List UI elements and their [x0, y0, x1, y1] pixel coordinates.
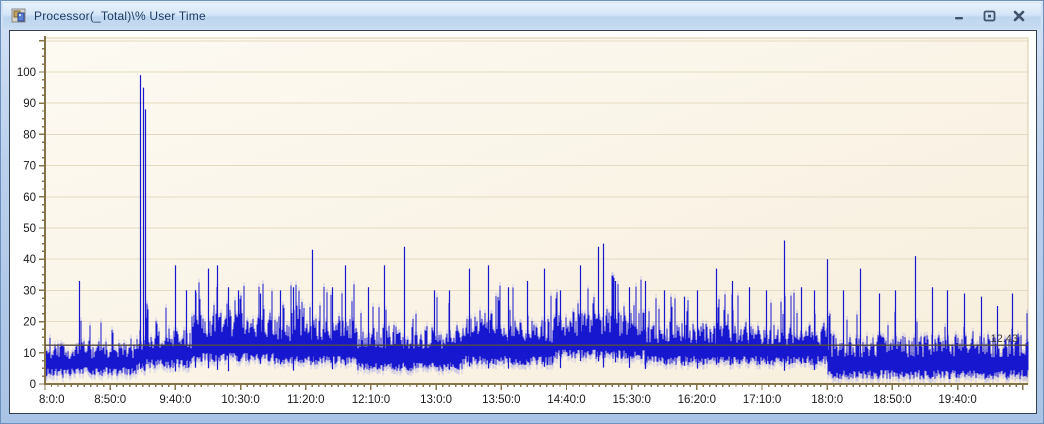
svg-text:17:10:0: 17:10:0 [743, 394, 781, 406]
svg-text:100: 100 [17, 67, 36, 79]
window-title: Processor(_Total)\% User Time [34, 9, 206, 23]
svg-text:19:40:0: 19:40:0 [938, 394, 976, 406]
svg-text:90: 90 [23, 98, 36, 110]
svg-text:15:30:0: 15:30:0 [612, 394, 650, 406]
chart-canvas: 0 10 20 30 40 50 60 70 80 90 100 8:0:0 8:50:0 9:40:0 1… [10, 31, 1036, 413]
svg-text:10: 10 [23, 348, 36, 360]
svg-text:20: 20 [23, 317, 36, 329]
maximize-button[interactable] [981, 8, 997, 24]
svg-text:10:30:0: 10:30:0 [221, 394, 259, 406]
svg-text:12:10:0: 12:10:0 [352, 394, 390, 406]
svg-text:13:0:0: 13:0:0 [420, 394, 452, 406]
svg-text:13:50:0: 13:50:0 [482, 394, 520, 406]
svg-text:18:0:0: 18:0:0 [811, 394, 843, 406]
svg-text:60: 60 [23, 192, 36, 204]
app-window: Processor(_Total)\% User Time 0 10 20 30 40 5… [0, 0, 1044, 424]
svg-text:16:20:0: 16:20:0 [678, 394, 716, 406]
average-label: 12.43 [990, 333, 1018, 345]
svg-text:18:50:0: 18:50:0 [873, 394, 911, 406]
svg-text:0: 0 [30, 379, 36, 391]
y-tick-labels: 0 10 20 30 40 50 60 70 80 90 100 [17, 67, 36, 391]
x-tick-labels: 8:0:0 8:50:0 9:40:0 10:30:0 11:20:0 12:10:0 13… [39, 394, 977, 406]
window-titlebar[interactable]: Processor(_Total)\% User Time [3, 3, 1041, 29]
svg-text:50: 50 [23, 223, 36, 235]
svg-text:80: 80 [23, 129, 36, 141]
svg-text:40: 40 [23, 254, 36, 266]
svg-text:70: 70 [23, 161, 36, 173]
minimize-button[interactable] [951, 8, 967, 24]
svg-text:8:0:0: 8:0:0 [39, 394, 65, 406]
form-icon [11, 8, 27, 24]
close-button[interactable] [1011, 8, 1027, 24]
svg-text:9:40:0: 9:40:0 [159, 394, 191, 406]
svg-text:11:20:0: 11:20:0 [287, 394, 325, 406]
svg-text:30: 30 [23, 285, 36, 297]
svg-text:8:50:0: 8:50:0 [94, 394, 126, 406]
chart-panel: 0 10 20 30 40 50 60 70 80 90 100 8:0:0 8:50:0 9:40:0 1… [9, 30, 1037, 414]
maximize-icon [983, 10, 996, 22]
close-icon [1013, 10, 1025, 22]
svg-text:14:40:0: 14:40:0 [547, 394, 585, 406]
minimize-icon [953, 10, 965, 22]
